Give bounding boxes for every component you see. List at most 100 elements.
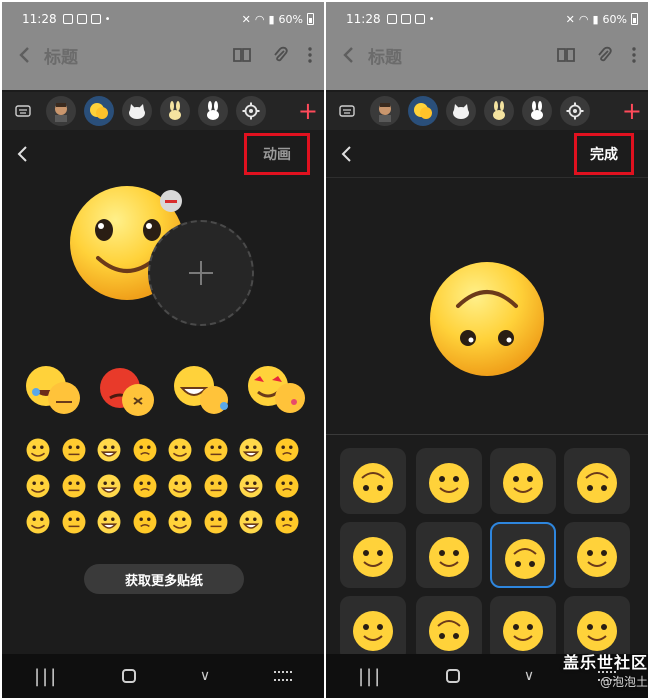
notification-icons: •	[386, 13, 435, 25]
keyboard-icon[interactable]	[332, 96, 362, 126]
sticker-tray: +	[326, 92, 648, 130]
emoji-grid-item[interactable]	[275, 474, 299, 498]
system-nav-bar: ||| ∨	[2, 654, 324, 698]
sticker-tray: +	[2, 92, 324, 130]
emoji-grid-item[interactable]	[204, 474, 228, 498]
emoji-grid-item[interactable]	[204, 438, 228, 462]
animation-option[interactable]	[416, 448, 482, 514]
emoji-sticker-tab[interactable]	[84, 96, 114, 126]
animation-option[interactable]	[340, 596, 406, 662]
combo-emoji[interactable]	[98, 364, 158, 420]
add-icon[interactable]: +	[622, 99, 642, 123]
emoji-grid-item[interactable]	[26, 438, 50, 462]
attachment-icon[interactable]	[596, 46, 612, 64]
back-button[interactable]: ∨	[200, 668, 210, 684]
attachment-icon[interactable]	[272, 46, 288, 64]
sticker-editor-header: 完成	[326, 130, 648, 178]
emoji-grid-item[interactable]	[168, 438, 192, 462]
combo-emoji[interactable]	[246, 362, 308, 418]
animation-option[interactable]	[490, 522, 556, 588]
rabbit-sticker-tab[interactable]	[198, 96, 228, 126]
combo-emoji[interactable]	[172, 362, 232, 418]
combo-emoji[interactable]	[24, 362, 84, 418]
app-bar: 标题	[2, 36, 324, 74]
more-options-icon[interactable]	[632, 47, 636, 63]
back-icon[interactable]	[18, 46, 30, 64]
gallery-icon	[386, 14, 397, 24]
animation-option[interactable]	[490, 596, 556, 662]
emoji-grid-item[interactable]	[168, 474, 192, 498]
store-icon	[90, 14, 101, 24]
bunny-sticker-tab[interactable]	[160, 96, 190, 126]
watermark-author: @泡泡土	[599, 675, 648, 689]
add-icon[interactable]: +	[298, 99, 318, 123]
emoji-grid-item[interactable]	[275, 510, 299, 534]
recents-button[interactable]: |||	[358, 666, 382, 687]
animation-option[interactable]	[564, 522, 630, 588]
animation-option[interactable]	[416, 596, 482, 662]
home-button[interactable]	[446, 669, 461, 683]
animation-option[interactable]	[490, 448, 556, 514]
emoji-grid-item[interactable]	[168, 510, 192, 534]
animation-button[interactable]: 动画	[244, 133, 310, 175]
emoji-grid-item[interactable]	[97, 474, 121, 498]
emoji-grid-item[interactable]	[62, 438, 86, 462]
recents-button[interactable]: |||	[34, 666, 58, 687]
get-more-stickers-button[interactable]: 获取更多贴纸	[84, 564, 244, 594]
emoji-grid-item[interactable]	[239, 438, 263, 462]
back-icon[interactable]	[16, 145, 28, 163]
battery-level: 60%	[278, 12, 303, 26]
emoji-grid-item[interactable]	[133, 474, 157, 498]
back-icon[interactable]	[340, 145, 352, 163]
plus-icon	[189, 261, 213, 285]
emoji-grid-item[interactable]	[62, 510, 86, 534]
emoji-grid-item[interactable]	[275, 438, 299, 462]
bunny-sticker-tab[interactable]	[484, 96, 514, 126]
watermark-title: 盖乐世社区	[562, 653, 648, 672]
watermark: 盖乐世社区 @泡泡土	[563, 649, 648, 690]
emoji-sticker-tab[interactable]	[408, 96, 438, 126]
keyboard-toggle-button[interactable]	[274, 671, 293, 681]
emoji-grid-item[interactable]	[26, 510, 50, 534]
upside-down-smiley-preview	[428, 260, 546, 378]
emoji-grid-item[interactable]	[239, 510, 263, 534]
animation-option[interactable]	[340, 448, 406, 514]
back-icon[interactable]	[342, 46, 354, 64]
status-bar: 11:28 • ✕ ◠ ▮ 60%	[326, 2, 648, 36]
dot-icon: •	[428, 13, 435, 25]
animation-option[interactable]	[416, 522, 482, 588]
done-button[interactable]: 完成	[574, 132, 634, 175]
page-title: 标题	[368, 47, 402, 68]
emoji-grid-item[interactable]	[62, 474, 86, 498]
back-button[interactable]: ∨	[524, 668, 534, 684]
avatar-sticker-tab[interactable]	[46, 96, 76, 126]
emoji-grid-item[interactable]	[239, 474, 263, 498]
sticker-editor-header: 动画	[2, 130, 324, 178]
more-options-icon[interactable]	[308, 47, 312, 63]
keyboard-icon[interactable]	[8, 96, 38, 126]
emoji-grid-item[interactable]	[133, 438, 157, 462]
animation-option[interactable]	[564, 448, 630, 514]
add-emoji-slot[interactable]	[148, 220, 254, 326]
system-icons: ✕ ◠ ▮ 60%	[242, 13, 314, 26]
emoji-grid-item[interactable]	[97, 510, 121, 534]
avatar-sticker-tab[interactable]	[370, 96, 400, 126]
book-icon[interactable]	[232, 47, 252, 63]
remove-icon[interactable]	[160, 190, 182, 212]
animation-options-divider	[326, 434, 648, 435]
cat-sticker-tab[interactable]	[446, 96, 476, 126]
cat-sticker-tab[interactable]	[122, 96, 152, 126]
book-icon[interactable]	[556, 47, 576, 63]
emoji-grid-item[interactable]	[97, 438, 121, 462]
emoji-grid-item[interactable]	[204, 510, 228, 534]
signal-icon: ▮	[268, 12, 275, 26]
emoji-grid-item[interactable]	[26, 474, 50, 498]
gear-icon[interactable]	[560, 96, 590, 126]
battery-icon	[307, 13, 314, 25]
animation-option[interactable]	[340, 522, 406, 588]
home-button[interactable]	[122, 669, 137, 683]
app-bar: 标题	[326, 36, 648, 74]
rabbit-sticker-tab[interactable]	[522, 96, 552, 126]
gear-icon[interactable]	[236, 96, 266, 126]
emoji-grid-item[interactable]	[133, 510, 157, 534]
